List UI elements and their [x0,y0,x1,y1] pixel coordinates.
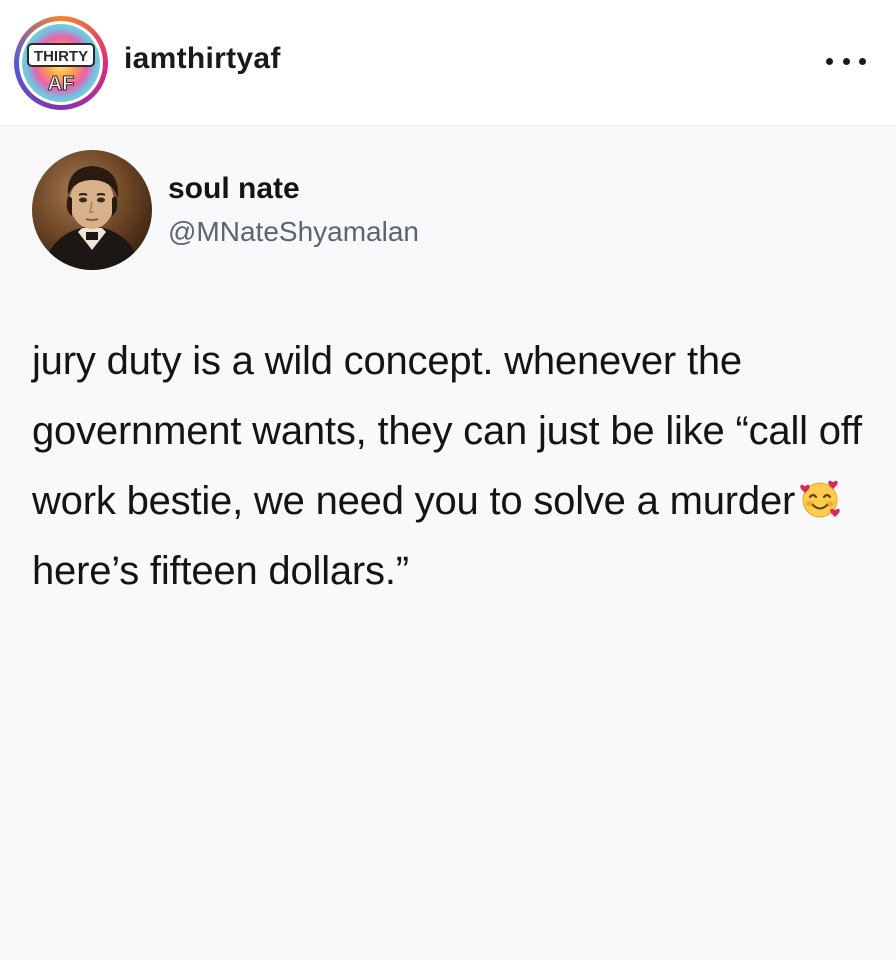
ellipsis-icon[interactable] [826,46,866,76]
account-avatar[interactable]: THIRTY AF [14,16,108,110]
logo-text-bottom: AF [48,73,75,95]
tweet-display-name: soul nate [168,172,300,205]
account-username[interactable]: iamthirtyaf [124,42,281,76]
smiling-face-with-hearts-icon [799,472,841,518]
tweet-text-part1: jury duty is a wild concept. whenever th… [32,339,862,523]
post-header: THIRTY AF iamthirtyaf [0,0,896,126]
tweet-handle: @MNateShyamalan [168,216,419,247]
tweet-author-avatar [32,150,152,270]
tweet-text: jury duty is a wild concept. whenever th… [32,326,872,606]
logo-text-top: THIRTY [34,48,88,65]
instagram-post: THIRTY AF iamthirtyaf soul nate @MNateSh… [0,0,896,960]
thirty-af-logo: THIRTY AF [22,24,100,102]
tweet-text-part2: here’s fifteen dollars.” [32,549,409,593]
